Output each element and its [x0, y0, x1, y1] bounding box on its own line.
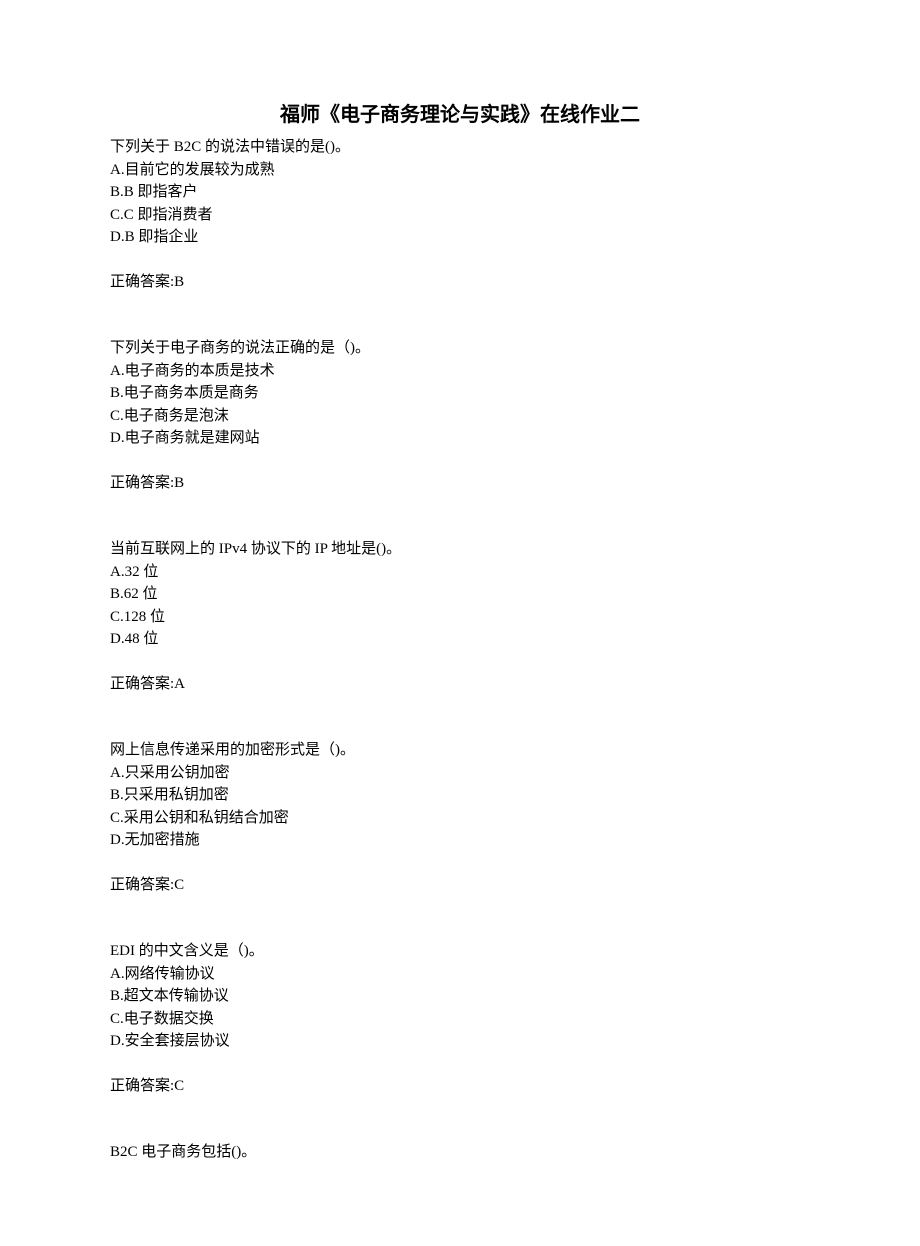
question-stem: B2C 电子商务包括()。: [110, 1144, 256, 1160]
question-option: D.电子商务就是建网站: [110, 427, 810, 450]
question-1: 下列关于 B2C 的说法中错误的是()。 A.目前它的发展较为成熟 B.B 即指…: [110, 136, 810, 293]
question-answer: 正确答案:B: [110, 271, 810, 294]
spacer: [110, 918, 810, 940]
question-option: C.电子商务是泡沫: [110, 405, 810, 428]
spacer: [110, 516, 810, 538]
question-answer: 正确答案:A: [110, 673, 810, 696]
spacer: [110, 1119, 810, 1141]
question-option: B.超文本传输协议: [110, 985, 810, 1008]
question-answer: 正确答案:C: [110, 1075, 810, 1098]
question-option: C.C 即指消费者: [110, 204, 810, 227]
question-option: B.B 即指客户: [110, 181, 810, 204]
question-3: 当前互联网上的 IPv4 协议下的 IP 地址是()。 A.32 位 B.62 …: [110, 538, 810, 695]
question-option: D.无加密措施: [110, 829, 810, 852]
question-option: A.只采用公钥加密: [110, 762, 810, 785]
question-option: D.B 即指企业: [110, 226, 810, 249]
question-6: B2C 电子商务包括()。: [110, 1141, 810, 1164]
question-option: B.只采用私钥加密: [110, 784, 810, 807]
question-stem: 网上信息传递采用的加密形式是（)。: [110, 742, 355, 758]
question-5: EDI 的中文含义是（)。 A.网络传输协议 B.超文本传输协议 C.电子数据交…: [110, 940, 810, 1097]
question-4: 网上信息传递采用的加密形式是（)。 A.只采用公钥加密 B.只采用私钥加密 C.…: [110, 739, 810, 896]
question-stem: EDI 的中文含义是（)。: [110, 943, 264, 959]
page-title: 福师《电子商务理论与实践》在线作业二: [110, 100, 810, 130]
question-option: D.48 位: [110, 628, 810, 651]
question-answer: 正确答案:C: [110, 874, 810, 897]
question-option: C.128 位: [110, 606, 810, 629]
question-option: A.网络传输协议: [110, 963, 810, 986]
question-option: A.目前它的发展较为成熟: [110, 159, 810, 182]
question-option: A.电子商务的本质是技术: [110, 360, 810, 383]
question-option: B.电子商务本质是商务: [110, 382, 810, 405]
question-option: A.32 位: [110, 561, 810, 584]
question-option: C.电子数据交换: [110, 1008, 810, 1031]
question-stem: 当前互联网上的 IPv4 协议下的 IP 地址是()。: [110, 541, 401, 557]
question-answer: 正确答案:B: [110, 472, 810, 495]
question-stem: 下列关于电子商务的说法正确的是（)。: [110, 340, 370, 356]
question-stem: 下列关于 B2C 的说法中错误的是()。: [110, 139, 350, 155]
document-page: 福师《电子商务理论与实践》在线作业二 下列关于 B2C 的说法中错误的是()。 …: [0, 0, 920, 1246]
question-option: D.安全套接层协议: [110, 1030, 810, 1053]
question-option: B.62 位: [110, 583, 810, 606]
spacer: [110, 717, 810, 739]
question-2: 下列关于电子商务的说法正确的是（)。 A.电子商务的本质是技术 B.电子商务本质…: [110, 337, 810, 494]
spacer: [110, 315, 810, 337]
question-option: C.采用公钥和私钥结合加密: [110, 807, 810, 830]
